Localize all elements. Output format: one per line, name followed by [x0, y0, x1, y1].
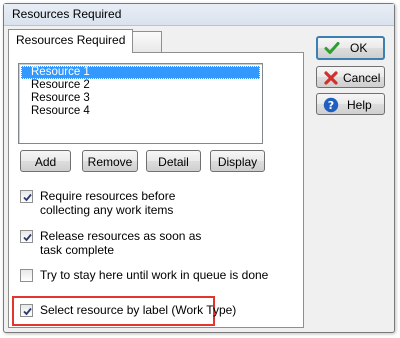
stay-until-done-checkbox[interactable] [20, 269, 33, 282]
option-stay-until-done[interactable]: Try to stay here until work in queue is … [20, 268, 268, 282]
option-require-resources[interactable]: Require resources before collecting any … [20, 189, 175, 217]
detail-button[interactable]: Detail [146, 150, 201, 172]
add-button-label: Add [34, 154, 57, 169]
red-x-icon [323, 70, 339, 86]
help-button[interactable]: ? Help [316, 93, 385, 115]
add-button[interactable]: Add [20, 150, 71, 172]
help-button-label: Help [347, 97, 372, 112]
checkmark-icon [23, 233, 32, 242]
option-select-by-label[interactable]: Select resource by label (Work Type) [20, 303, 236, 317]
list-item[interactable]: Resource 4 [21, 105, 260, 118]
stay-until-done-label: Try to stay here until work in queue is … [40, 268, 269, 282]
list-item[interactable]: Resource 3 [21, 92, 260, 105]
release-resources-line2: task complete [40, 243, 115, 257]
ok-button[interactable]: OK [316, 36, 385, 60]
checkmark-icon [23, 193, 32, 202]
release-resources-line1: Release resources as soon as [40, 229, 202, 243]
detail-button-label: Detail [158, 154, 189, 169]
select-by-label-label: Select resource by label (Work Type) [40, 303, 237, 317]
list-item[interactable]: Resource 1 [21, 66, 260, 79]
checkmark-icon [23, 307, 32, 316]
remove-button-label: Remove [87, 154, 133, 169]
require-resources-line1: Require resources before [40, 189, 176, 203]
option-release-resources[interactable]: Release resources as soon as task comple… [20, 229, 201, 257]
display-button-label: Display [217, 154, 258, 169]
green-check-icon [324, 40, 340, 56]
require-resources-label: Require resources before collecting any … [40, 189, 175, 217]
release-resources-checkbox[interactable] [20, 230, 33, 243]
select-by-label-checkbox[interactable] [20, 304, 33, 317]
remove-button[interactable]: Remove [82, 150, 138, 172]
list-item[interactable]: Resource 2 [21, 79, 260, 92]
cancel-button-label: Cancel [343, 70, 381, 85]
resources-listbox[interactable]: Resource 1 Resource 2 Resource 3 Resourc… [18, 63, 263, 144]
require-resources-line2: collecting any work items [40, 203, 174, 217]
release-resources-label: Release resources as soon as task comple… [40, 229, 201, 257]
cancel-button[interactable]: Cancel [316, 66, 385, 88]
svg-text:?: ? [328, 99, 334, 112]
require-resources-checkbox[interactable] [20, 190, 33, 203]
tab-resources-required[interactable]: Resources Required [8, 29, 134, 53]
blue-question-icon: ? [323, 97, 339, 113]
display-button[interactable]: Display [210, 150, 265, 172]
dialog-title: Resources Required [4, 4, 394, 26]
ok-button-label: OK [350, 41, 368, 56]
